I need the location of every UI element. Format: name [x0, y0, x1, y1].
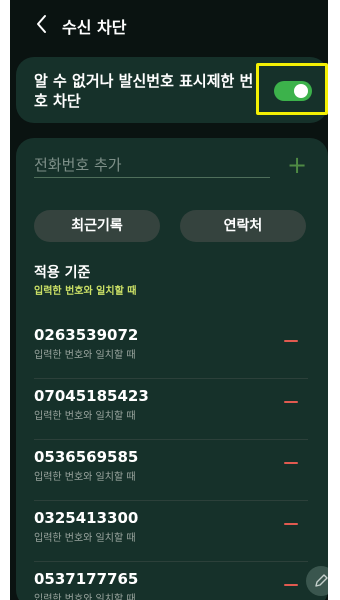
blocked-number-item[interactable]: 0537177765 입력한 번호와 일치할 때 [16, 562, 328, 600]
blocked-number: 0537177765 [34, 570, 139, 588]
blocked-number-item[interactable]: 0325413300 입력한 번호와 일치할 때 [16, 501, 328, 562]
blocked-number-item[interactable]: 0263539072 입력한 번호와 일치할 때 [16, 318, 328, 379]
block-unknown-toggle[interactable] [274, 81, 312, 101]
phone-number-input[interactable]: 전화번호 추가 [34, 152, 270, 178]
blocked-number: 0263539072 [34, 326, 139, 344]
toggle-knob [294, 84, 308, 98]
blocked-number-list: 0263539072 입력한 번호와 일치할 때 07045185423 입력한… [16, 318, 328, 600]
pencil-icon [315, 574, 328, 587]
edit-button[interactable] [306, 566, 328, 596]
back-button[interactable] [30, 12, 54, 36]
match-criteria: 입력한 번호와 일치할 때 [34, 411, 136, 422]
blocked-number: 0536569585 [34, 448, 139, 466]
match-criteria: 입력한 번호와 일치할 때 [34, 533, 136, 544]
screen: 수신 차단 알 수 없거나 발신번호 표시제한 번호 차단 전화번호 추가 + … [10, 0, 328, 600]
recent-log-button[interactable]: 최근기록 [34, 210, 160, 242]
blocked-number: 0325413300 [34, 509, 139, 527]
header: 수신 차단 [10, 0, 328, 50]
match-criteria: 입력한 번호와 일치할 때 [34, 350, 136, 361]
add-number-button[interactable]: + [284, 152, 310, 178]
block-unknown-label: 알 수 없거나 발신번호 표시제한 번호 차단 [34, 72, 254, 110]
remove-number-button[interactable] [284, 523, 298, 525]
criteria-title: 적용 기준 [34, 265, 91, 281]
match-criteria: 입력한 번호와 일치할 때 [34, 594, 136, 600]
remove-number-button[interactable] [284, 401, 298, 403]
block-unknown-card: 알 수 없거나 발신번호 표시제한 번호 차단 [16, 57, 328, 123]
criteria-subtitle[interactable]: 입력한 번호와 일치할 때 [34, 282, 136, 297]
blocked-number-item[interactable]: 07045185423 입력한 번호와 일치할 때 [16, 379, 328, 440]
plus-icon: + [286, 151, 308, 179]
remove-number-button[interactable] [284, 340, 298, 342]
match-criteria: 입력한 번호와 일치할 때 [34, 472, 136, 483]
blocked-number: 07045185423 [34, 387, 149, 405]
chevron-left-icon [37, 15, 46, 33]
remove-number-button[interactable] [284, 584, 298, 586]
blocked-number-item[interactable]: 0536569585 입력한 번호와 일치할 때 [16, 440, 328, 501]
block-list-card: 전화번호 추가 + 최근기록 연락처 적용 기준 입력한 번호와 일치할 때 0… [16, 138, 328, 600]
remove-number-button[interactable] [284, 462, 298, 464]
contacts-button[interactable]: 연락처 [180, 210, 306, 242]
page-title: 수신 차단 [62, 18, 127, 37]
